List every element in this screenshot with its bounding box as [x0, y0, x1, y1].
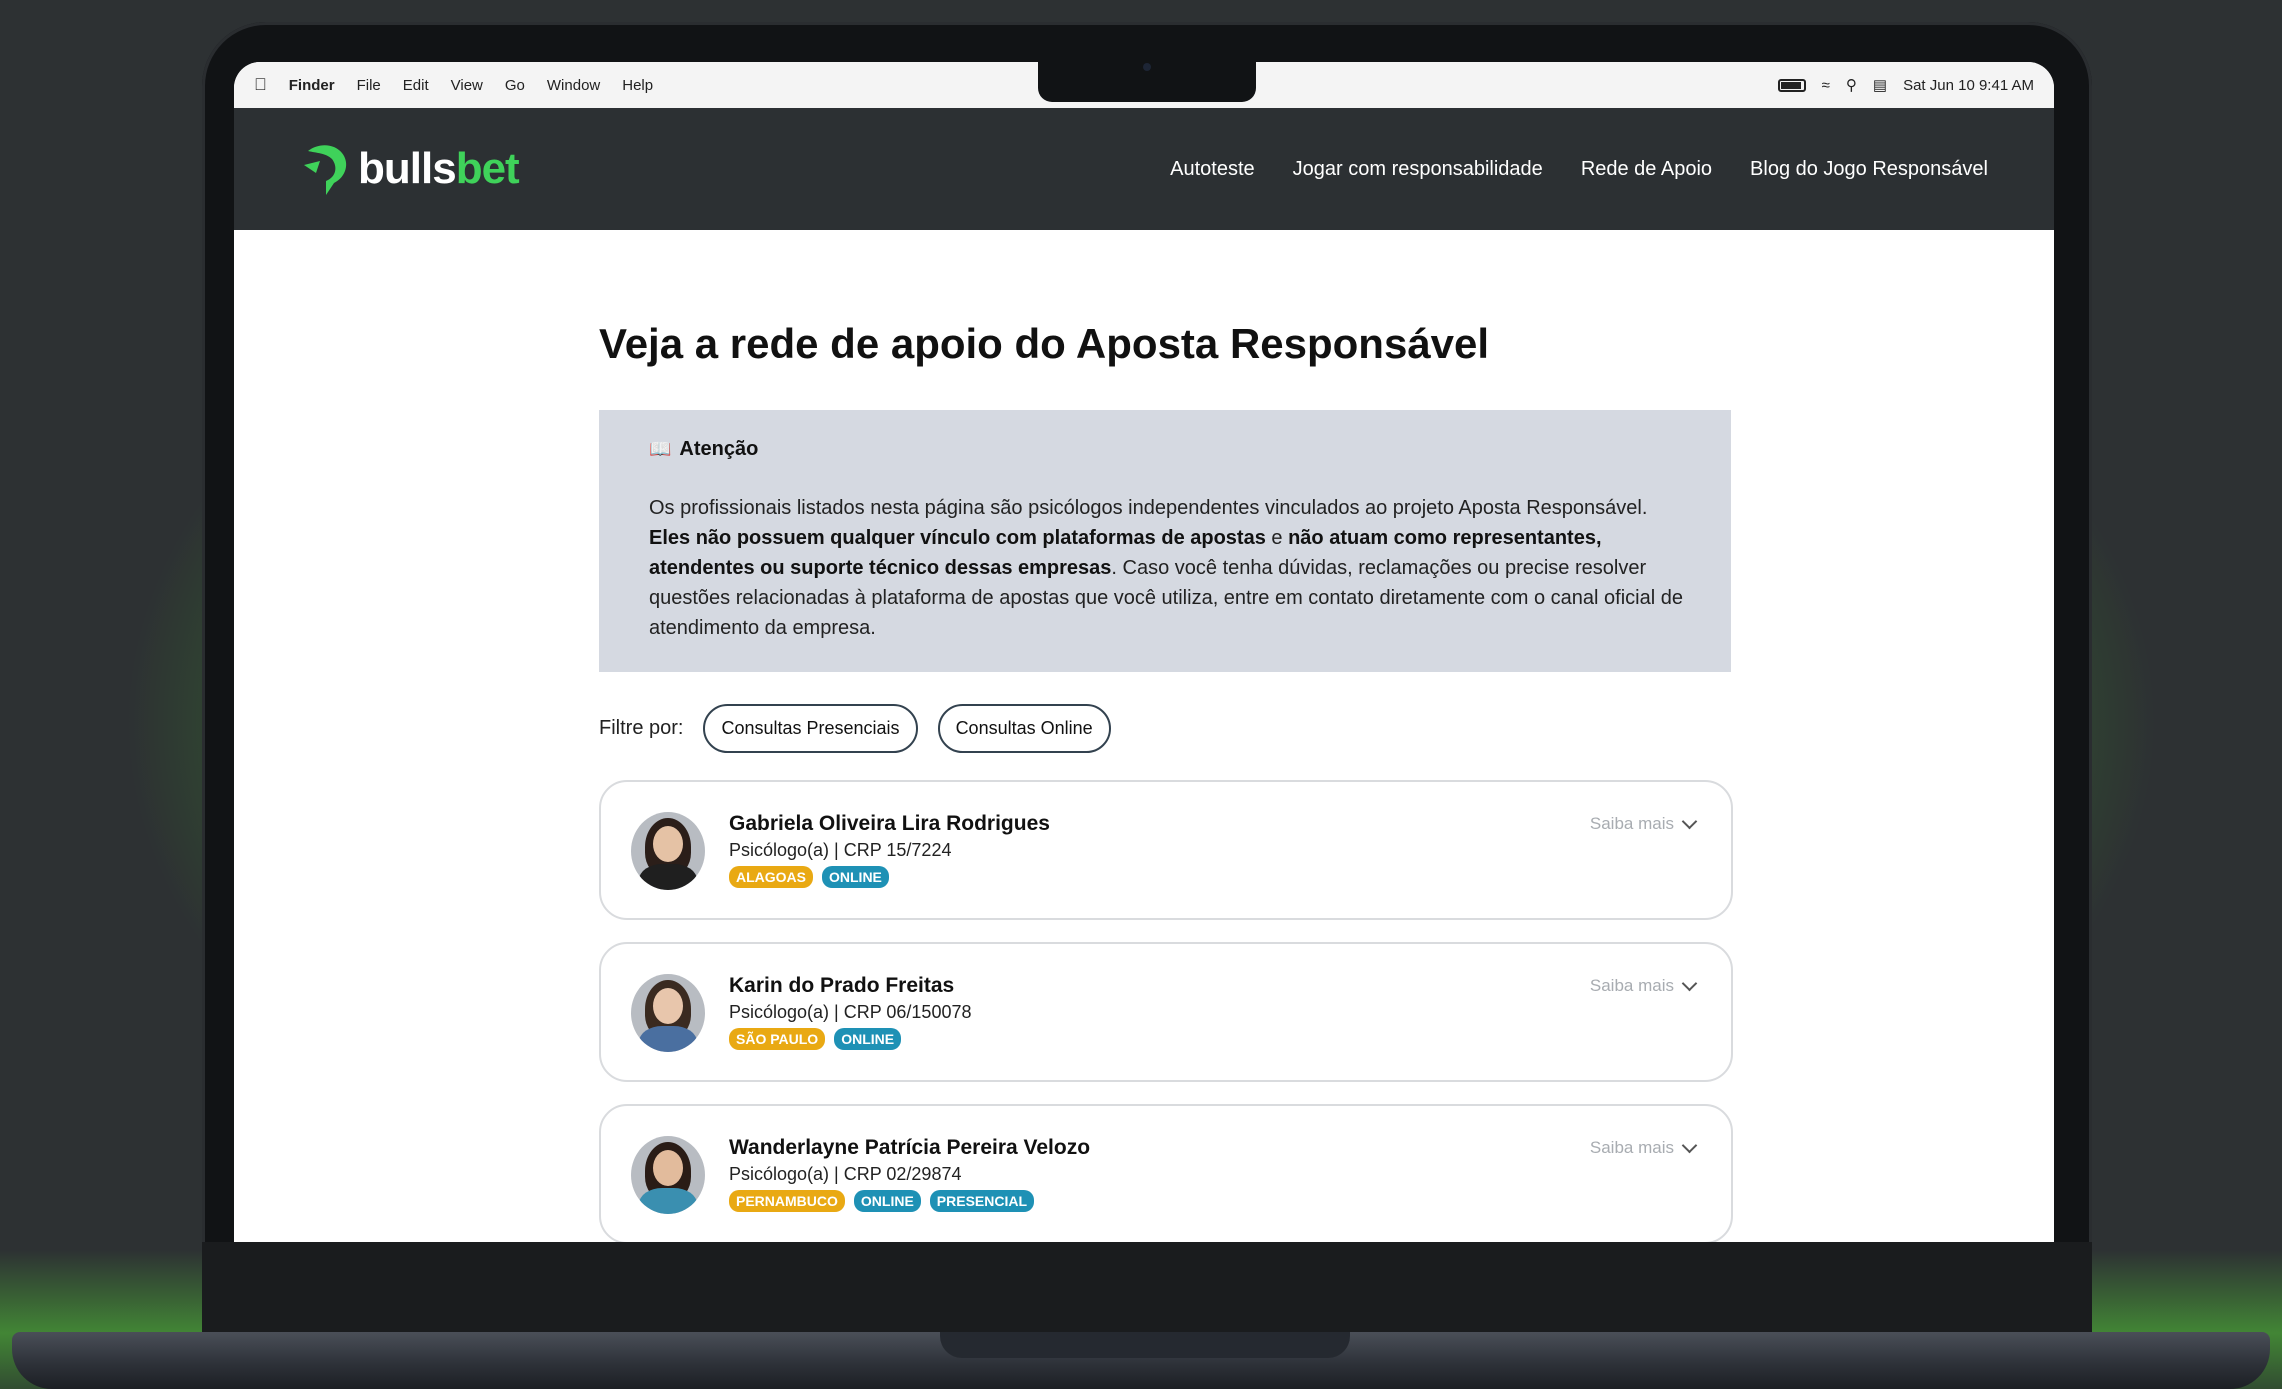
main-nav: Autoteste Jogar com responsabilidade Red…: [1132, 158, 1988, 181]
tag-list: SÃO PAULO ONLINE: [729, 1028, 910, 1050]
bullsbet-logo[interactable]: bullsbet: [304, 143, 520, 195]
notice-heading: 📖 Atenção: [649, 438, 1681, 461]
notice-text: Os profissionais listados nesta página s…: [649, 493, 1689, 643]
mode-badge: ONLINE: [822, 866, 889, 888]
state-badge: PERNAMBUCO: [729, 1190, 845, 1212]
nav-blog[interactable]: Blog do Jogo Responsável: [1750, 158, 1988, 181]
professional-crp: Psicólogo(a) | CRP 15/7224: [729, 840, 952, 860]
professional-name: Wanderlayne Patrícia Pereira Velozo: [729, 1136, 1091, 1159]
saiba-mais-toggle[interactable]: Saiba mais: [1589, 813, 1698, 834]
apple-icon[interactable]: : [254, 75, 267, 95]
notice-text-part1: Os profissionais listados nesta página s…: [649, 497, 1648, 519]
tag-list: ALAGOAS ONLINE: [729, 866, 898, 888]
nav-autoteste[interactable]: Autoteste: [1170, 158, 1255, 181]
professional-card[interactable]: Karin do Prado Freitas Psicólogo(a) | CR…: [599, 942, 1733, 1082]
filter-label: Filtre por:: [599, 717, 684, 739]
laptop-base-notch: [940, 1332, 1350, 1358]
page-content: Veja a rede de apoio do Aposta Responsáv…: [234, 230, 2054, 1242]
professional-crp: Psicólogo(a) | CRP 06/150078: [729, 1002, 972, 1022]
filter-presencial-button[interactable]: Consultas Presenciais: [703, 704, 918, 753]
menu-window[interactable]: Window: [547, 77, 600, 94]
avatar: [631, 812, 705, 890]
notice-text-part2: e: [1265, 527, 1289, 549]
professional-card[interactable]: Wanderlayne Patrícia Pereira Velozo Psic…: [599, 1104, 1733, 1242]
book-icon: 📖: [649, 439, 672, 459]
menu-app-name[interactable]: Finder: [289, 77, 335, 94]
state-badge: ALAGOAS: [729, 866, 813, 888]
wifi-icon[interactable]: ≈: [1822, 77, 1830, 94]
chevron-down-icon: [1681, 1137, 1698, 1153]
professional-name: Gabriela Oliveira Lira Rodrigues: [729, 812, 1050, 835]
saiba-mais-toggle[interactable]: Saiba mais: [1589, 975, 1698, 996]
avatar: [631, 974, 705, 1052]
chevron-down-icon: [1681, 975, 1698, 991]
menu-help[interactable]: Help: [622, 77, 653, 94]
control-center-icon[interactable]: ▤: [1873, 76, 1887, 94]
logo-wordmark: bullsbet: [358, 144, 520, 194]
search-icon[interactable]: ⚲: [1846, 76, 1857, 94]
menu-go[interactable]: Go: [505, 77, 525, 94]
mode-badge: ONLINE: [834, 1028, 902, 1050]
page-title: Veja a rede de apoio do Aposta Responsáv…: [599, 320, 1490, 367]
nav-rede-de-apoio[interactable]: Rede de Apoio: [1581, 158, 1712, 181]
notice-bold-1: Eles não possuem qualquer vínculo com pl…: [649, 527, 1266, 549]
logo-text-bulls: bulls: [358, 144, 457, 193]
laptop-screen:  Finder File Edit View Go Window Help ≈…: [234, 62, 2054, 1242]
site-header: bullsbet Autoteste Jogar com responsabil…: [234, 108, 2054, 230]
saiba-mais-label: Saiba mais: [1589, 1138, 1674, 1157]
menu-file[interactable]: File: [357, 77, 381, 94]
notice-title: Atenção: [679, 438, 759, 460]
menu-view[interactable]: View: [451, 77, 483, 94]
professional-crp: Psicólogo(a) | CRP 02/29874: [729, 1164, 962, 1184]
attention-notice: 📖 Atenção Os profissionais listados nest…: [599, 410, 1731, 672]
menu-edit[interactable]: Edit: [403, 77, 429, 94]
professional-name: Karin do Prado Freitas: [729, 974, 955, 997]
mode-badge: PRESENCIAL: [929, 1190, 1035, 1212]
professional-card[interactable]: Gabriela Oliveira Lira Rodrigues Psicólo…: [599, 780, 1733, 920]
camera-icon: [1143, 63, 1151, 71]
saiba-mais-label: Saiba mais: [1589, 814, 1674, 833]
logo-text-bet: bet: [455, 144, 520, 193]
chevron-down-icon: [1681, 813, 1698, 829]
filter-bar: Filtre por: Consultas Presenciais Consul…: [599, 704, 1131, 753]
saiba-mais-label: Saiba mais: [1589, 976, 1674, 995]
saiba-mais-toggle[interactable]: Saiba mais: [1589, 1137, 1698, 1158]
bull-horn-icon: [304, 145, 347, 195]
mode-badge: ONLINE: [853, 1190, 921, 1212]
menu-datetime[interactable]: Sat Jun 10 9:41 AM: [1903, 77, 2034, 94]
laptop-lower-bezel: [202, 1242, 2092, 1332]
tag-list: PERNAMBUCO ONLINE PRESENCIAL: [729, 1190, 1043, 1212]
avatar: [631, 1136, 705, 1214]
filter-online-button[interactable]: Consultas Online: [937, 704, 1111, 753]
state-badge: SÃO PAULO: [729, 1028, 826, 1050]
battery-icon[interactable]: [1777, 78, 1806, 92]
nav-jogar-responsabilidade[interactable]: Jogar com responsabilidade: [1293, 158, 1543, 181]
